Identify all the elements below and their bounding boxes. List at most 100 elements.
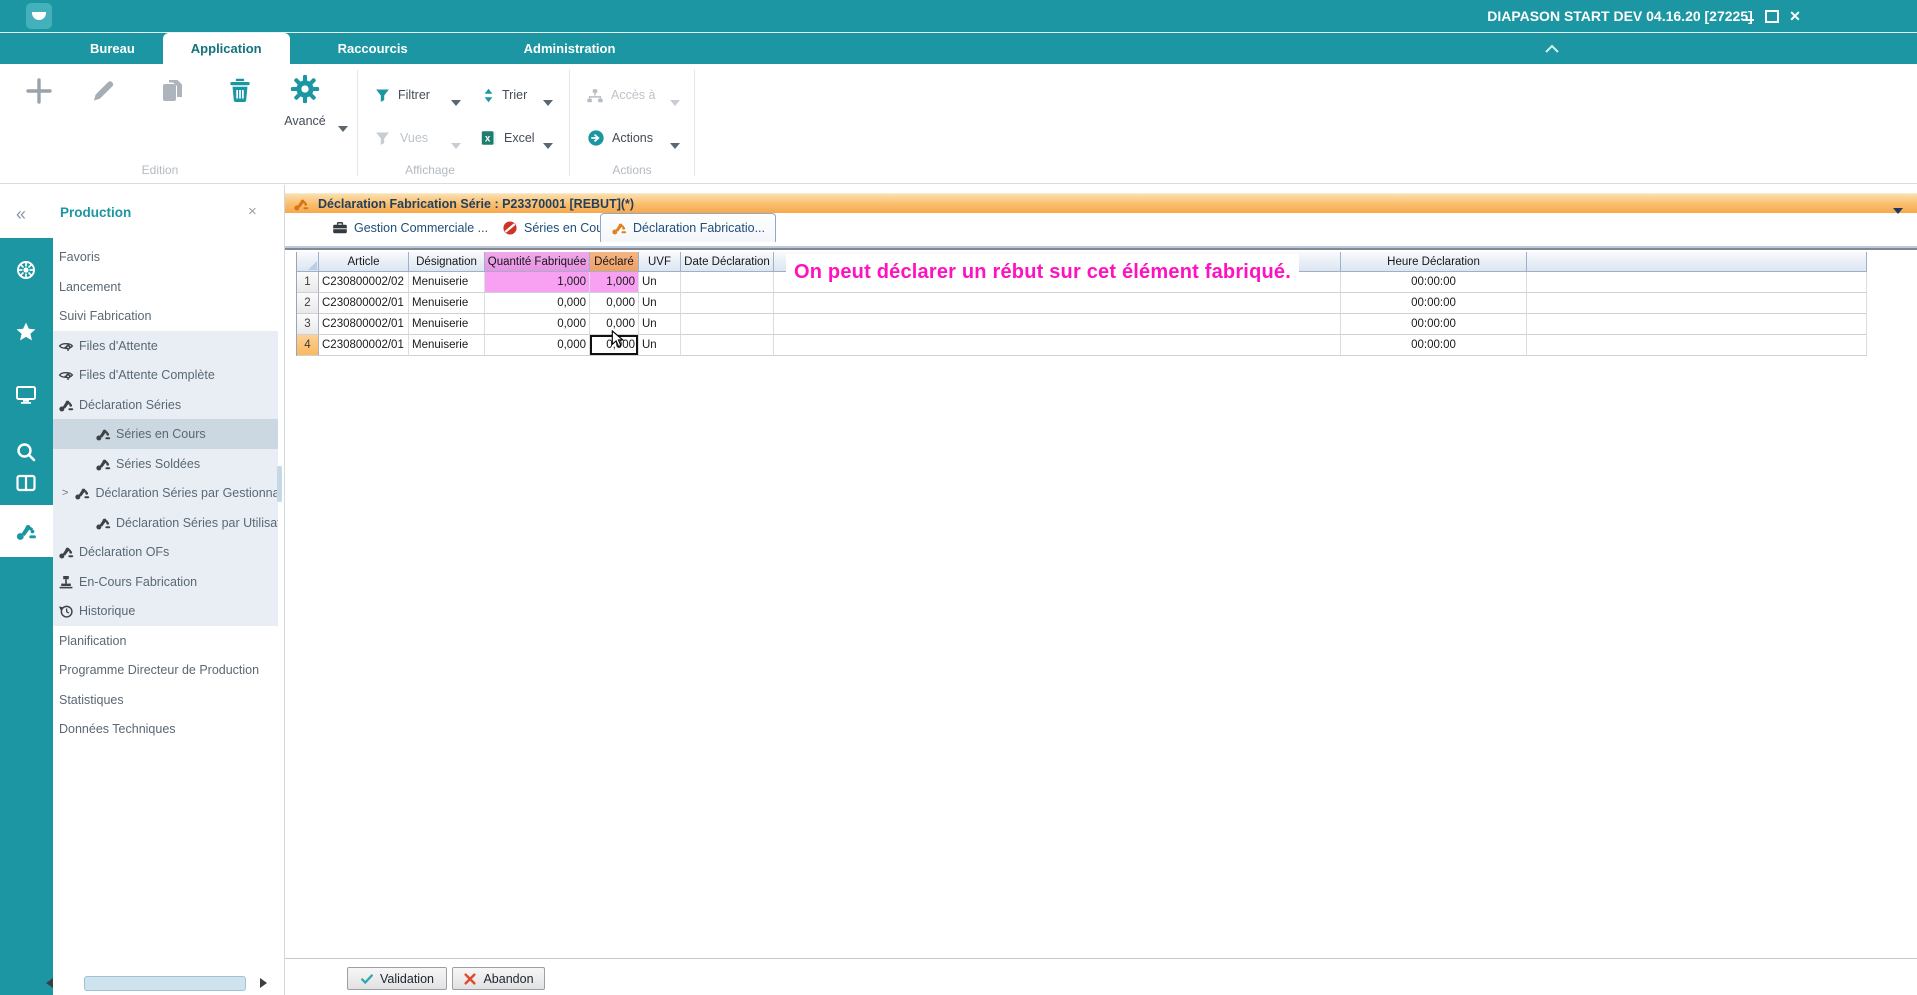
cell-col7[interactable] xyxy=(774,335,1341,356)
validation-button[interactable]: Validation xyxy=(347,967,447,990)
column-header[interactable]: Désignation xyxy=(409,252,485,272)
advanced-caret-icon[interactable] xyxy=(338,119,348,125)
expand-chevron-icon[interactable]: > xyxy=(62,487,68,499)
sidebar-item-d-claration-s-ries[interactable]: Déclaration Séries xyxy=(53,390,278,420)
cell-quantite[interactable]: 1,000 xyxy=(485,272,590,293)
row-header[interactable]: 4 xyxy=(297,335,319,356)
access-button[interactable]: Accès à xyxy=(611,88,655,102)
sidebar-item-files-d-attente-compl-te[interactable]: Files d'Attente Complète xyxy=(53,360,278,390)
sidebar-item-favoris[interactable]: Favoris xyxy=(53,242,278,272)
monitor-icon[interactable] xyxy=(15,383,37,405)
sidebar-item-en-cours-fabrication[interactable]: En-Cours Fabrication xyxy=(53,567,278,597)
cell-date[interactable] xyxy=(681,293,774,314)
sidebar-item-lancement[interactable]: Lancement xyxy=(53,272,278,302)
delete-trash-button[interactable] xyxy=(224,74,256,106)
actions-button[interactable]: Actions xyxy=(612,131,653,145)
edit-pencil-button[interactable] xyxy=(88,76,118,106)
cell-article[interactable]: C230800002/01 xyxy=(319,335,409,356)
select-all-icon[interactable] xyxy=(308,261,317,270)
cell-designation[interactable]: Menuiserie xyxy=(409,335,485,356)
columns-icon[interactable] xyxy=(15,472,37,494)
sidebar-item-s-ries-sold-es[interactable]: Séries Soldées xyxy=(53,449,278,479)
actions-caret-icon[interactable] xyxy=(670,136,680,142)
cell-uvf[interactable]: Un xyxy=(639,293,681,314)
row-header[interactable]: 1 xyxy=(297,272,319,293)
cell-col7[interactable] xyxy=(774,293,1341,314)
cell-date[interactable] xyxy=(681,272,774,293)
content-tab-3[interactable]: Déclaration Fabricatio... xyxy=(600,213,776,242)
cell-uvf[interactable]: Un xyxy=(639,272,681,293)
copy-button[interactable] xyxy=(158,76,188,106)
menu-tab-administration[interactable]: Administration xyxy=(496,33,644,64)
column-header[interactable]: Article xyxy=(319,252,409,272)
document-header-bar[interactable]: Déclaration Fabrication Série : P2337000… xyxy=(285,193,1917,213)
menu-tab-bureau[interactable]: Bureau xyxy=(62,33,163,64)
sidebar-horizontal-scroll-thumb[interactable] xyxy=(84,976,246,991)
excel-icon[interactable]: x xyxy=(480,129,498,147)
filter-button[interactable]: Filtrer xyxy=(398,88,430,102)
sidebar-item-s-ries-en-cours[interactable]: Séries en Cours xyxy=(53,419,278,449)
actions-arrow-icon[interactable] xyxy=(587,129,605,147)
cell-quantite[interactable]: 0,000 xyxy=(485,335,590,356)
app-logo-icon[interactable] xyxy=(26,3,52,29)
sidebar-item-programme-directeur-de-production[interactable]: Programme Directeur de Production xyxy=(53,655,278,685)
cell-heure[interactable]: 00:00:00 xyxy=(1341,335,1527,356)
cell-col7[interactable] xyxy=(774,314,1341,335)
cell-heure[interactable]: 00:00:00 xyxy=(1341,272,1527,293)
filter-caret-icon[interactable] xyxy=(451,93,461,99)
cell-article[interactable]: C230800002/01 xyxy=(319,293,409,314)
add-button[interactable] xyxy=(24,76,54,106)
row-header[interactable]: 3 xyxy=(297,314,319,335)
sidebar-vertical-scroll-thumb[interactable] xyxy=(277,466,282,502)
cell-col9[interactable] xyxy=(1527,293,1867,314)
sidebar-item-planification[interactable]: Planification xyxy=(53,626,278,656)
row-header[interactable]: 2 xyxy=(297,293,319,314)
search-icon[interactable] xyxy=(15,441,37,463)
menu-tab-raccourcis[interactable]: Raccourcis xyxy=(310,33,436,64)
sidebar-item-d-claration-ofs[interactable]: Déclaration OFs xyxy=(53,537,278,567)
views-button[interactable]: Vues xyxy=(400,131,428,145)
abandon-button[interactable]: Abandon xyxy=(452,967,545,990)
content-tab-1[interactable]: Gestion Commerciale ... xyxy=(322,214,498,242)
advanced-gear-button[interactable] xyxy=(288,72,322,106)
column-header[interactable] xyxy=(1527,252,1867,272)
cell-date[interactable] xyxy=(681,335,774,356)
cell-col9[interactable] xyxy=(1527,272,1867,293)
collapse-ribbon-icon[interactable] xyxy=(1545,40,1559,49)
column-header[interactable]: Date Déclaration xyxy=(681,252,774,272)
cell-date[interactable] xyxy=(681,314,774,335)
sidebar-item-suivi-fabrication[interactable]: Suivi Fabrication xyxy=(53,301,278,331)
minimize-button[interactable] xyxy=(1737,0,1759,32)
cell-designation[interactable]: Menuiserie xyxy=(409,293,485,314)
cell-quantite[interactable]: 0,000 xyxy=(485,314,590,335)
cell-col9[interactable] xyxy=(1527,335,1867,356)
sidebar-item-historique[interactable]: Historique xyxy=(53,596,278,626)
excel-caret-icon[interactable] xyxy=(543,136,553,142)
sort-caret-icon[interactable] xyxy=(543,93,553,99)
sidebar-item-d-claration-s-ries-par-gestionnair[interactable]: >Déclaration Séries par Gestionnair xyxy=(53,478,278,508)
sidebar-item-d-claration-s-ries-par-utilisateur[interactable]: Déclaration Séries par Utilisateur xyxy=(53,508,278,538)
sidebar-item-files-d-attente[interactable]: Files d'Attente xyxy=(53,331,278,361)
sort-icon[interactable] xyxy=(480,87,497,104)
cell-declare[interactable]: 0,000 xyxy=(590,293,639,314)
column-header[interactable]: Quantité Fabriquée xyxy=(485,252,590,272)
maximize-button[interactable] xyxy=(1761,0,1783,32)
sidebar-item-statistiques[interactable]: Statistiques xyxy=(53,685,278,715)
cell-heure[interactable]: 00:00:00 xyxy=(1341,314,1527,335)
cell-designation[interactable]: Menuiserie xyxy=(409,314,485,335)
excel-button[interactable]: Excel xyxy=(504,131,535,145)
cell-article[interactable]: C230800002/02 xyxy=(319,272,409,293)
cell-uvf[interactable]: Un xyxy=(639,335,681,356)
cell-article[interactable]: C230800002/01 xyxy=(319,314,409,335)
sidebar-close-icon[interactable]: × xyxy=(248,203,257,220)
filter-icon[interactable] xyxy=(374,87,391,104)
sidebar-collapse-icon[interactable]: « xyxy=(16,203,26,225)
scroll-left-arrow[interactable] xyxy=(46,978,53,988)
cell-col9[interactable] xyxy=(1527,314,1867,335)
wheel-icon[interactable] xyxy=(15,259,37,281)
cell-declare[interactable]: 1,000 xyxy=(590,272,639,293)
sidebar-splitter[interactable] xyxy=(284,185,285,995)
star-icon[interactable] xyxy=(15,321,37,343)
cell-quantite[interactable]: 0,000 xyxy=(485,293,590,314)
close-button[interactable]: ✕ xyxy=(1784,0,1806,32)
